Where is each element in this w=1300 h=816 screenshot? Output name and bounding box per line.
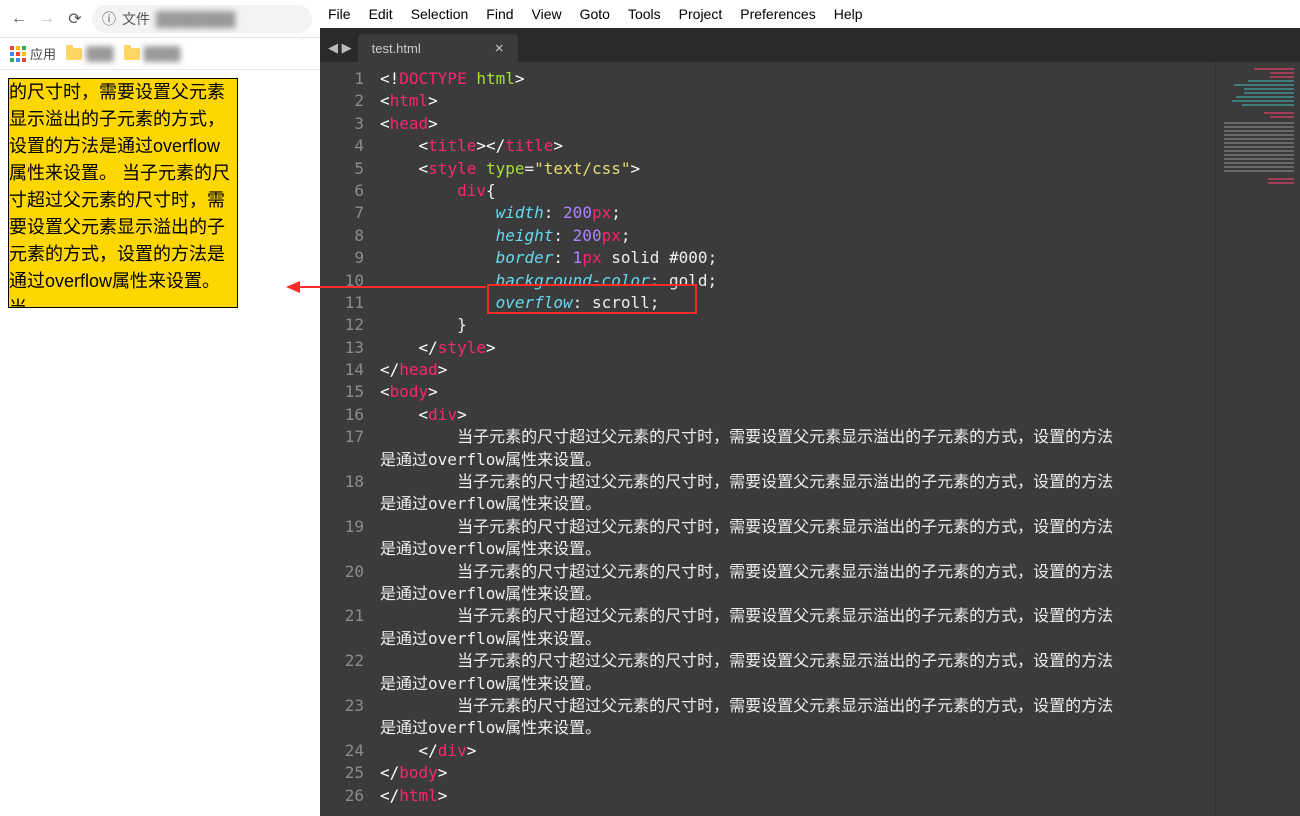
line-number: 25	[320, 762, 364, 784]
tab-test-html[interactable]: test.html ×	[358, 34, 518, 62]
close-icon[interactable]: ×	[495, 40, 504, 57]
line-number: 17	[320, 426, 364, 471]
line-number: 7	[320, 202, 364, 224]
bookmarks-bar: 应用 ███ ████	[0, 38, 320, 70]
code-line[interactable]: <html>	[380, 90, 1215, 112]
menu-bar: File Edit Selection Find View Goto Tools Projec…	[320, 0, 1300, 28]
bookmark-folder-2[interactable]: ████	[124, 46, 181, 61]
line-number: 18	[320, 471, 364, 516]
code-line[interactable]: 当子元素的尺寸超过父元素的尺寸时，需要设置父元素显示溢出的子元素的方式，设置的方…	[380, 516, 1215, 561]
browser-window: ← → ⟳ ⓘ 文件 ████████ 应用 ███ ████ 的尺寸时，需要设…	[0, 0, 320, 816]
menu-help[interactable]: Help	[834, 6, 863, 22]
code-line[interactable]: 当子元素的尺寸超过父元素的尺寸时，需要设置父元素显示溢出的子元素的方式，设置的方…	[380, 471, 1215, 516]
apps-icon	[10, 46, 26, 62]
code-editor[interactable]: <!DOCTYPE html><html><head> <title></tit…	[376, 62, 1215, 816]
code-line[interactable]: 当子元素的尺寸超过父元素的尺寸时，需要设置父元素显示溢出的子元素的方式，设置的方…	[380, 605, 1215, 650]
menu-preferences[interactable]: Preferences	[740, 6, 815, 22]
address-blurred: ████████	[156, 11, 235, 27]
editor-window: File Edit Selection Find View Goto Tools Projec…	[320, 0, 1300, 816]
line-number: 2	[320, 90, 364, 112]
menu-edit[interactable]: Edit	[369, 6, 393, 22]
address-prefix: 文件	[122, 9, 150, 29]
line-number: 14	[320, 359, 364, 381]
menu-tools[interactable]: Tools	[628, 6, 661, 22]
back-button[interactable]: ←	[8, 10, 30, 28]
code-line[interactable]: <style type="text/css">	[380, 158, 1215, 180]
menu-find[interactable]: Find	[486, 6, 513, 22]
tab-history-arrows[interactable]: ◀ ▶	[328, 40, 358, 62]
folder-icon	[66, 48, 82, 60]
code-line[interactable]: border: 1px solid #000;	[380, 247, 1215, 269]
line-number: 24	[320, 740, 364, 762]
page-viewport: 的尺寸时，需要设置父元素显示溢出的子元素的方式，设置的方法是通过overflow…	[0, 70, 320, 316]
line-number: 10	[320, 270, 364, 292]
tab-title: test.html	[372, 41, 421, 56]
code-line[interactable]: <title></title>	[380, 135, 1215, 157]
info-icon: ⓘ	[102, 9, 116, 29]
line-number: 9	[320, 247, 364, 269]
reload-button[interactable]: ⟳	[64, 9, 86, 29]
code-line[interactable]: </head>	[380, 359, 1215, 381]
code-line[interactable]: 当子元素的尺寸超过父元素的尺寸时，需要设置父元素显示溢出的子元素的方式，设置的方…	[380, 561, 1215, 606]
line-number: 23	[320, 695, 364, 740]
line-number: 1	[320, 68, 364, 90]
bookmark-folder-1[interactable]: ███	[66, 46, 114, 61]
code-line[interactable]: <head>	[380, 113, 1215, 135]
code-line[interactable]: background-color: gold;	[380, 270, 1215, 292]
rendered-div[interactable]: 的尺寸时，需要设置父元素显示溢出的子元素的方式，设置的方法是通过overflow…	[8, 78, 238, 308]
code-line[interactable]: <!DOCTYPE html>	[380, 68, 1215, 90]
forward-button[interactable]: →	[36, 10, 58, 28]
code-line[interactable]: </body>	[380, 762, 1215, 784]
code-line[interactable]: 当子元素的尺寸超过父元素的尺寸时，需要设置父元素显示溢出的子元素的方式，设置的方…	[380, 426, 1215, 471]
line-number: 20	[320, 561, 364, 606]
menu-goto[interactable]: Goto	[580, 6, 610, 22]
code-line[interactable]: </div>	[380, 740, 1215, 762]
line-number: 3	[320, 113, 364, 135]
code-line[interactable]: overflow: scroll;	[380, 292, 1215, 314]
line-number: 15	[320, 381, 364, 403]
address-bar[interactable]: ⓘ 文件 ████████	[92, 5, 312, 33]
line-number: 22	[320, 650, 364, 695]
bookmark-label-blurred: ███	[86, 46, 114, 61]
line-number: 16	[320, 404, 364, 426]
line-number: 26	[320, 785, 364, 807]
line-number: 6	[320, 180, 364, 202]
apps-label: 应用	[30, 44, 56, 63]
apps-button[interactable]: 应用	[10, 44, 56, 63]
code-line[interactable]: width: 200px;	[380, 202, 1215, 224]
code-line[interactable]: <div>	[380, 404, 1215, 426]
line-number: 13	[320, 337, 364, 359]
code-line[interactable]: </html>	[380, 785, 1215, 807]
line-number: 19	[320, 516, 364, 561]
line-number: 4	[320, 135, 364, 157]
folder-icon	[124, 48, 140, 60]
browser-toolbar: ← → ⟳ ⓘ 文件 ████████	[0, 0, 320, 38]
code-line[interactable]: div{	[380, 180, 1215, 202]
code-line[interactable]: <body>	[380, 381, 1215, 403]
code-line[interactable]: 当子元素的尺寸超过父元素的尺寸时，需要设置父元素显示溢出的子元素的方式，设置的方…	[380, 695, 1215, 740]
menu-selection[interactable]: Selection	[411, 6, 469, 22]
line-number: 11	[320, 292, 364, 314]
tab-bar: ◀ ▶ test.html ×	[320, 28, 1300, 62]
minimap[interactable]	[1215, 62, 1300, 816]
line-number: 21	[320, 605, 364, 650]
line-gutter: 1234567891011121314151617181920212223242…	[320, 62, 376, 816]
code-line[interactable]: }	[380, 314, 1215, 336]
line-number: 5	[320, 158, 364, 180]
menu-file[interactable]: File	[328, 6, 351, 22]
menu-view[interactable]: View	[532, 6, 562, 22]
code-area: 1234567891011121314151617181920212223242…	[320, 62, 1300, 816]
code-line[interactable]: </style>	[380, 337, 1215, 359]
code-line[interactable]: height: 200px;	[380, 225, 1215, 247]
line-number: 12	[320, 314, 364, 336]
line-number: 8	[320, 225, 364, 247]
menu-project[interactable]: Project	[679, 6, 723, 22]
code-line[interactable]: 当子元素的尺寸超过父元素的尺寸时，需要设置父元素显示溢出的子元素的方式，设置的方…	[380, 650, 1215, 695]
bookmark-label-blurred: ████	[144, 46, 181, 61]
